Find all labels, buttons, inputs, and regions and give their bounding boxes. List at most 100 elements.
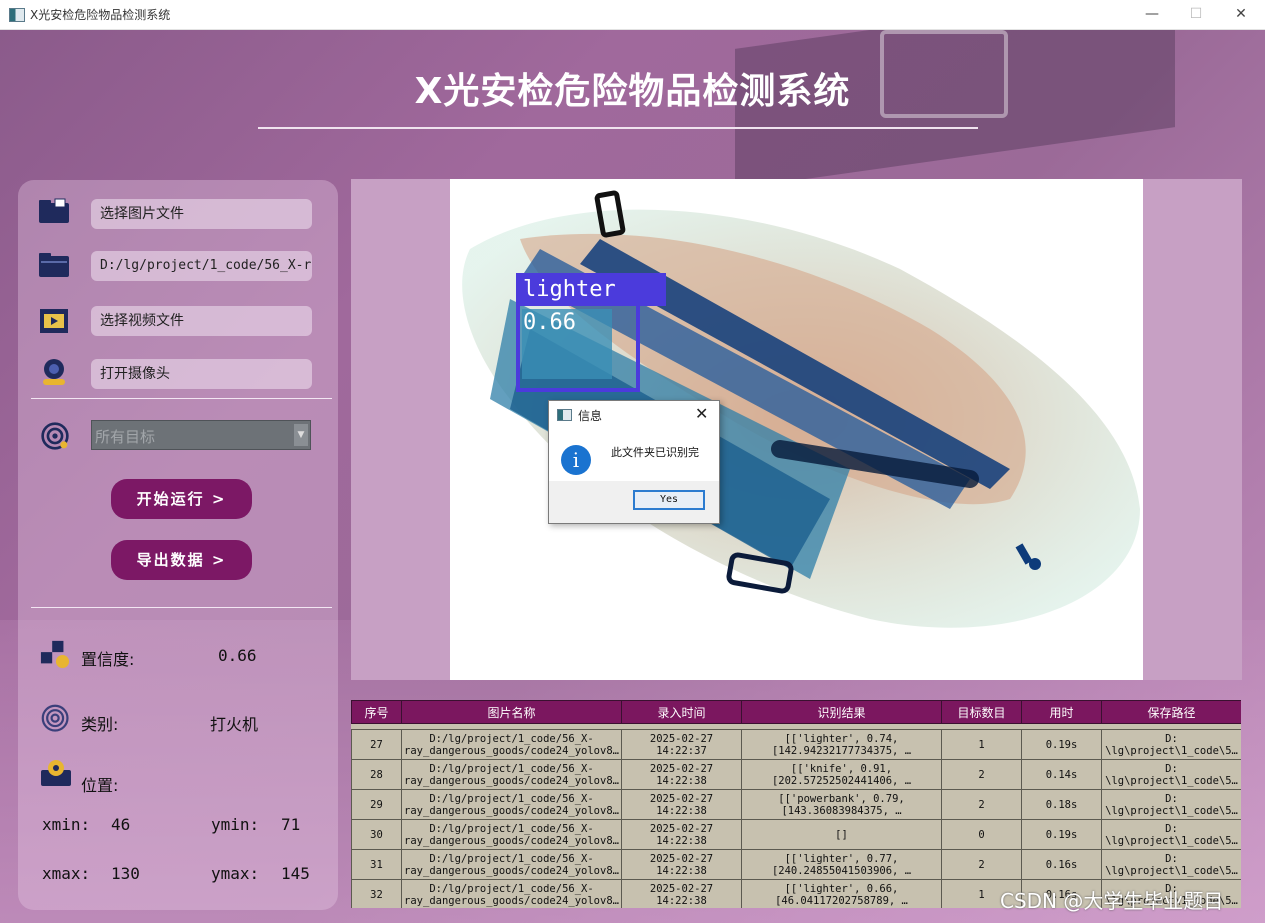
maximize-icon[interactable]: ☐ xyxy=(1173,4,1219,24)
cell-id: 32 xyxy=(351,879,402,908)
column-header-time[interactable]: 录入时间 xyxy=(621,700,742,724)
location-icon xyxy=(41,760,71,786)
cell-name-line: D:/lg/project/1_code/56_X- xyxy=(429,792,594,805)
cell-path-line: D: xyxy=(1165,732,1178,745)
cell-duration: 0.19s xyxy=(1021,729,1102,760)
results-table[interactable]: 序号 图片名称 录入时间 识别结果 目标数目 用时 保存路径 27 D:/lg/p… xyxy=(351,700,1241,908)
cell-name-line: ray_dangerous_goods/code24_yolov8… xyxy=(404,834,619,847)
cell-time: 2025-02-27 14:22:38 xyxy=(621,759,742,790)
cell-count: 0 xyxy=(941,819,1022,850)
ymax-value: 145 xyxy=(281,864,310,883)
cell-path-line: \lg\project\1_code\5… xyxy=(1105,744,1238,757)
cell-id-line: 30 xyxy=(370,828,383,841)
cell-result-line: [] xyxy=(835,828,848,841)
cell-result-line: [142.94232177734375, … xyxy=(771,744,912,757)
cell-result-line: [['lighter', 0.74, xyxy=(784,732,899,745)
column-header-name[interactable]: 图片名称 xyxy=(401,700,622,724)
column-header-count[interactable]: 目标数目 xyxy=(941,700,1022,724)
cell-time-line: 2025-02-27 xyxy=(649,732,714,745)
cell-result: [['lighter', 0.74, [142.94232177734375, … xyxy=(741,729,942,760)
cell-result-line: [46.04117202758789, … xyxy=(775,894,908,907)
watermark: CSDN @大学生毕业题目 xyxy=(1000,889,1224,913)
page-title: X光安检危险物品检测系统 xyxy=(414,71,851,112)
class-value: 打火机 xyxy=(210,715,259,734)
cell-count-line: 1 xyxy=(978,888,985,901)
table-row[interactable]: 28 D:/lg/project/1_code/56_X-ray_dangerou… xyxy=(351,759,1241,790)
table-row[interactable]: 27 D:/lg/project/1_code/56_X-ray_dangerou… xyxy=(351,729,1241,760)
table-row[interactable]: 29 D:/lg/project/1_code/56_X-ray_dangerou… xyxy=(351,789,1241,820)
cell-path-line: D: xyxy=(1165,762,1178,775)
cell-time-line: 14:22:38 xyxy=(656,894,707,907)
cell-name-line: D:/lg/project/1_code/56_X- xyxy=(429,732,594,745)
cell-name: D:/lg/project/1_code/56_X-ray_dangerous_… xyxy=(401,879,622,908)
chevron-down-icon[interactable]: ▼ xyxy=(294,424,308,446)
target-select-value: 所有目标 xyxy=(95,428,156,446)
cell-time: 2025-02-27 14:22:38 xyxy=(621,849,742,880)
cell-id: 28 xyxy=(351,759,402,790)
cell-time-line: 2025-02-27 xyxy=(649,792,714,805)
cell-path: D: \lg\project\1_code\5… xyxy=(1101,729,1241,760)
window-title: X光安检危险物品检测系统 xyxy=(30,8,171,22)
cell-id: 29 xyxy=(351,789,402,820)
table-row[interactable]: 30 D:/lg/project/1_code/56_X-ray_dangerou… xyxy=(351,819,1241,850)
target-select[interactable]: 所有目标 ▼ xyxy=(91,420,311,450)
xmin-value: 46 xyxy=(111,815,131,834)
column-header-path[interactable]: 保存路径 xyxy=(1101,700,1241,724)
cell-time-line: 14:22:37 xyxy=(656,744,707,757)
cell-count-line: 1 xyxy=(978,738,985,751)
cell-time-line: 14:22:38 xyxy=(656,804,707,817)
minimize-icon[interactable]: — xyxy=(1129,4,1175,24)
select-video-button[interactable]: 选择视频文件 xyxy=(91,306,312,336)
cell-duration-line: 0.19s xyxy=(1045,828,1078,841)
cell-duration-line: 0.16s xyxy=(1045,858,1078,871)
cell-time-line: 2025-02-27 xyxy=(649,762,714,775)
column-header-result[interactable]: 识别结果 xyxy=(741,700,942,724)
column-header-duration[interactable]: 用时 xyxy=(1021,700,1102,724)
confidence-label: 置信度: xyxy=(81,650,135,669)
cell-time-line: 14:22:38 xyxy=(656,774,707,787)
ymin-value: 71 xyxy=(281,815,301,834)
close-icon[interactable]: ✕ xyxy=(1218,4,1264,24)
cell-name-line: ray_dangerous_goods/code24_yolov8… xyxy=(404,804,619,817)
cell-result: [['knife', 0.91, [202.57252502441406, … xyxy=(741,759,942,790)
window-titlebar: X光安检危险物品检测系统 — ☐ ✕ xyxy=(0,0,1265,30)
info-dialog: 信息 ✕ i 此文件夹已识别完 Yes xyxy=(548,400,720,524)
cell-id-line: 32 xyxy=(370,888,383,901)
cell-name-line: D:/lg/project/1_code/56_X- xyxy=(429,852,594,865)
cell-duration-line: 0.14s xyxy=(1045,768,1078,781)
cell-result: [['powerbank', 0.79, [143.36083984375, … xyxy=(741,789,942,820)
cell-count: 2 xyxy=(941,789,1022,820)
open-camera-button[interactable]: 打开摄像头 xyxy=(91,359,312,389)
cell-path-line: D: xyxy=(1165,792,1178,805)
table-header-row: 序号 图片名称 录入时间 识别结果 目标数目 用时 保存路径 xyxy=(351,700,1241,724)
cell-time-line: 14:22:38 xyxy=(656,864,707,877)
folder-path-field[interactable]: D:/lg/project/1_code/56_X-ray xyxy=(91,251,312,281)
dialog-message: 此文件夹已识别完 xyxy=(611,446,699,459)
cell-name: D:/lg/project/1_code/56_X-ray_dangerous_… xyxy=(401,819,622,850)
cell-result: [['lighter', 0.66, [46.04117202758789, … xyxy=(741,879,942,908)
divider xyxy=(31,398,332,399)
yes-button[interactable]: Yes xyxy=(633,490,705,510)
export-button[interactable]: 导出数据 > xyxy=(111,540,252,580)
table-row[interactable]: 31 D:/lg/project/1_code/56_X-ray_dangerou… xyxy=(351,849,1241,880)
cell-count: 2 xyxy=(941,849,1022,880)
divider xyxy=(31,607,332,608)
close-icon[interactable]: ✕ xyxy=(695,404,708,423)
cell-path-line: D: xyxy=(1165,822,1178,835)
cell-result-line: [240.24855041503906, … xyxy=(771,864,912,877)
cell-path-line: \lg\project\1_code\5… xyxy=(1105,774,1238,787)
xmin-label: xmin: xyxy=(42,815,91,834)
cell-path-line: \lg\project\1_code\5… xyxy=(1105,804,1238,817)
ymax-label: ymax: xyxy=(211,864,260,883)
cell-id-line: 27 xyxy=(370,738,383,751)
column-header-id[interactable]: 序号 xyxy=(351,700,402,724)
cell-result-line: [143.36083984375, … xyxy=(781,804,902,817)
cell-duration: 0.16s xyxy=(1021,849,1102,880)
ymin-label: ymin: xyxy=(211,815,260,834)
select-image-button[interactable]: 选择图片文件 xyxy=(91,199,312,229)
cell-id: 30 xyxy=(351,819,402,850)
cell-path: D: \lg\project\1_code\5… xyxy=(1101,819,1241,850)
folder-image-icon xyxy=(39,198,69,223)
start-button[interactable]: 开始运行 > xyxy=(111,479,252,519)
cell-result-line: [202.57252502441406, … xyxy=(771,774,912,787)
